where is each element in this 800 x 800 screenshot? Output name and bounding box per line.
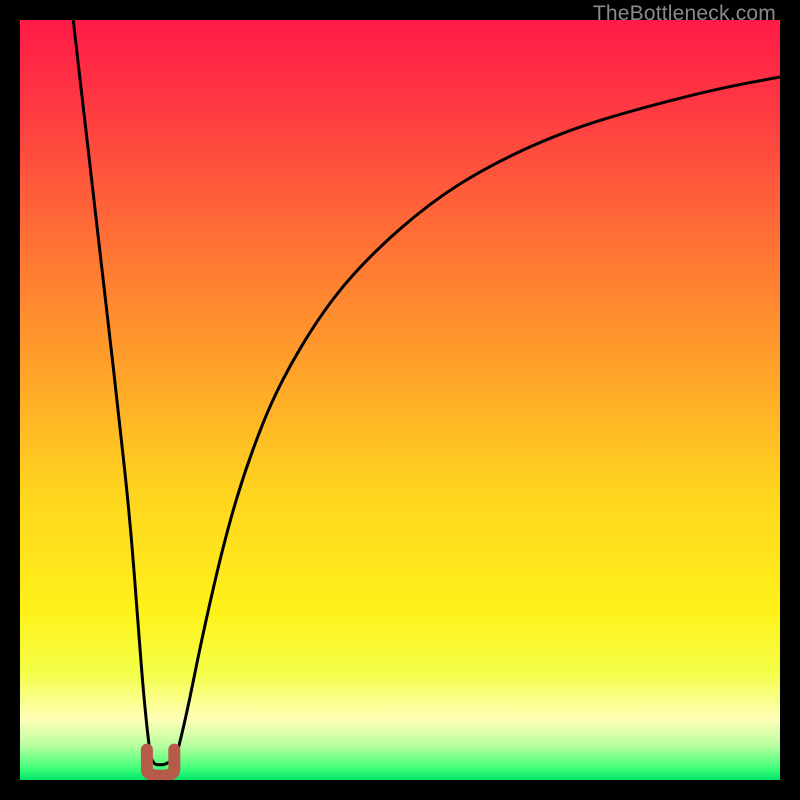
chart-frame — [20, 20, 780, 780]
bottleneck-chart — [20, 20, 780, 780]
gradient-background — [20, 20, 780, 780]
watermark-text: TheBottleneck.com — [593, 2, 776, 26]
